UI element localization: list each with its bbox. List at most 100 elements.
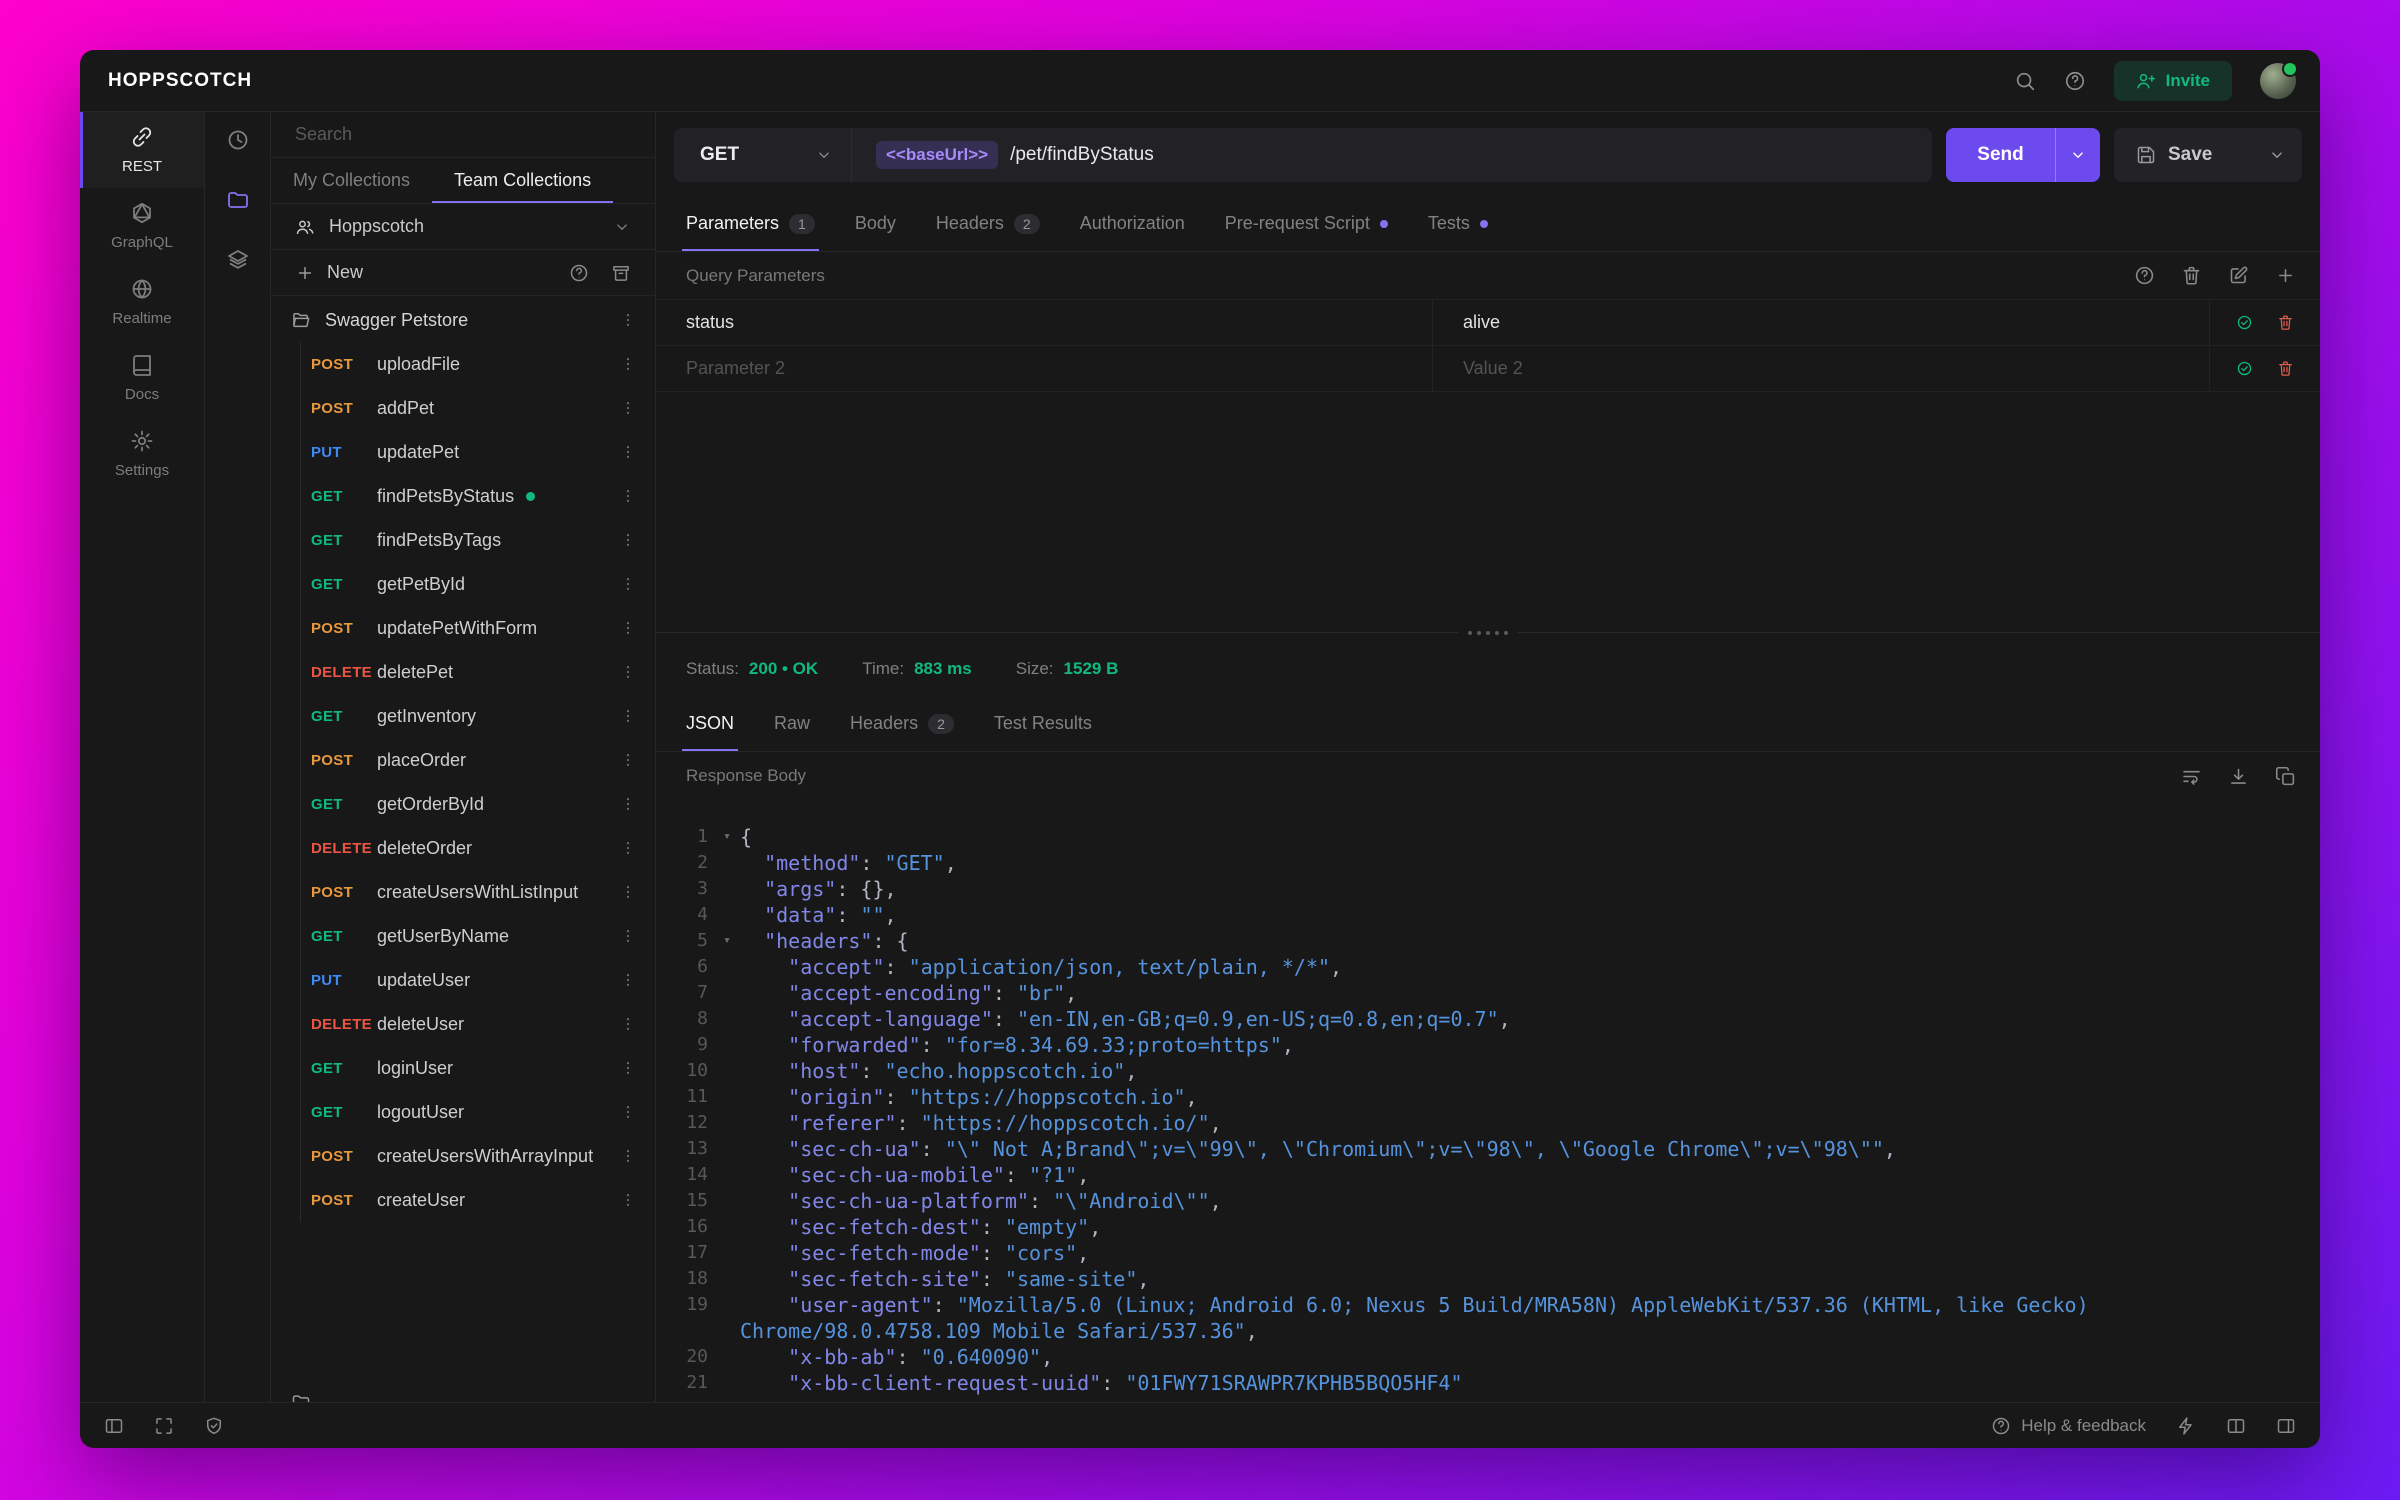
team-selector[interactable]: Hoppscotch	[271, 204, 655, 250]
kebab-menu-icon[interactable]	[619, 443, 637, 461]
request-item-createUsersWithListInput[interactable]: POST createUsersWithListInput	[271, 870, 655, 914]
avatar[interactable]	[2260, 60, 2298, 99]
new-collection-button[interactable]: New	[295, 262, 363, 283]
zen-mode-icon[interactable]	[154, 1416, 174, 1436]
copy-response-icon[interactable]	[2275, 766, 2296, 787]
environments-icon[interactable]	[226, 248, 250, 272]
collection-folder[interactable]: Swagger Petstore	[271, 298, 655, 342]
sidebar-toggle-icon[interactable]	[104, 1416, 124, 1436]
collections-icon[interactable]	[226, 188, 250, 212]
request-tab-headers[interactable]: Headers 2	[916, 196, 1060, 251]
param-active-toggle-icon[interactable]	[2236, 358, 2253, 379]
response-tab-headers[interactable]: Headers 2	[830, 696, 974, 751]
kebab-menu-icon[interactable]	[619, 355, 637, 373]
request-tab-pre-request-script[interactable]: Pre-request Script	[1205, 196, 1408, 251]
response-tab-json[interactable]: JSON	[666, 696, 754, 751]
fold-caret-icon[interactable]: ▾	[714, 824, 740, 850]
url-input[interactable]: <<baseUrl>> /pet/findByStatus	[852, 128, 1932, 182]
send-options-button[interactable]	[2056, 128, 2100, 182]
support-icon[interactable]	[2064, 70, 2086, 92]
nav-item-realtime[interactable]: Realtime	[80, 264, 204, 340]
request-item-createUser[interactable]: POST createUser	[271, 1178, 655, 1222]
kebab-menu-icon[interactable]	[619, 399, 637, 417]
kebab-menu-icon[interactable]	[619, 1103, 637, 1121]
kebab-menu-icon[interactable]	[619, 575, 637, 593]
bulk-edit-icon[interactable]	[2228, 265, 2249, 286]
kebab-menu-icon[interactable]	[619, 751, 637, 769]
import-export-icon[interactable]	[611, 263, 631, 283]
collections-tab-my-collections[interactable]: My Collections	[271, 158, 432, 203]
request-tab-parameters[interactable]: Parameters 1	[666, 196, 835, 251]
kebab-menu-icon[interactable]	[619, 883, 637, 901]
help-feedback-button[interactable]: Help & feedback	[1991, 1416, 2146, 1436]
search-icon[interactable]	[2014, 70, 2036, 92]
help-icon[interactable]	[2134, 265, 2155, 286]
request-item-getInventory[interactable]: GET getInventory	[271, 694, 655, 738]
request-item-findPetsByTags[interactable]: GET findPetsByTags	[271, 518, 655, 562]
shield-check-icon[interactable]	[204, 1416, 224, 1436]
collection-folder-partial[interactable]	[271, 1380, 655, 1402]
pane-resizer[interactable]	[656, 628, 2320, 642]
request-item-getPetById[interactable]: GET getPetById	[271, 562, 655, 606]
request-item-placeOrder[interactable]: POST placeOrder	[271, 738, 655, 782]
kebab-menu-icon[interactable]	[619, 1015, 637, 1033]
kebab-menu-icon[interactable]	[619, 839, 637, 857]
kebab-menu-icon[interactable]	[619, 707, 637, 725]
response-code[interactable]: 1 ▾{2 "method": "GET", 3 "args": {}, 4 "dat…	[656, 800, 2320, 1402]
kebab-menu-icon[interactable]	[619, 927, 637, 945]
request-item-getOrderById[interactable]: GET getOrderById	[271, 782, 655, 826]
request-item-getUserByName[interactable]: GET getUserByName	[271, 914, 655, 958]
help-icon[interactable]	[569, 263, 589, 283]
kebab-menu-icon[interactable]	[619, 531, 637, 549]
add-param-icon[interactable]	[2275, 265, 2296, 286]
kebab-menu-icon[interactable]	[619, 663, 637, 681]
nav-item-rest[interactable]: REST	[80, 112, 204, 188]
request-item-deleteUser[interactable]: DELETE deleteUser	[271, 1002, 655, 1046]
request-tab-authorization[interactable]: Authorization	[1060, 196, 1205, 251]
param-delete-icon[interactable]	[2277, 358, 2294, 379]
param-value-input[interactable]: alive	[1433, 300, 2210, 345]
nav-item-graphql[interactable]: GraphQL	[80, 188, 204, 264]
kebab-menu-icon[interactable]	[619, 1191, 637, 1209]
request-tab-tests[interactable]: Tests	[1408, 196, 1508, 251]
request-item-deleteOrder[interactable]: DELETE deleteOrder	[271, 826, 655, 870]
request-item-loginUser[interactable]: GET loginUser	[271, 1046, 655, 1090]
collections-tab-team-collections[interactable]: Team Collections	[432, 158, 614, 203]
kebab-menu-icon[interactable]	[619, 1147, 637, 1165]
clear-all-icon[interactable]	[2181, 265, 2202, 286]
kebab-menu-icon[interactable]	[619, 1059, 637, 1077]
request-item-addPet[interactable]: POST addPet	[271, 386, 655, 430]
collections-search-input[interactable]	[295, 124, 631, 145]
kebab-menu-icon[interactable]	[619, 487, 637, 505]
request-item-updatePetWithForm[interactable]: POST updatePetWithForm	[271, 606, 655, 650]
request-item-updateUser[interactable]: PUT updateUser	[271, 958, 655, 1002]
param-key-input[interactable]: Parameter 2	[656, 346, 1433, 391]
param-value-input[interactable]: Value 2	[1433, 346, 2210, 391]
download-response-icon[interactable]	[2228, 766, 2249, 787]
wrap-lines-icon[interactable]	[2181, 766, 2202, 787]
request-tab-body[interactable]: Body	[835, 196, 916, 251]
response-tab-test-results[interactable]: Test Results	[974, 696, 1112, 751]
kebab-menu-icon[interactable]	[619, 971, 637, 989]
request-item-updatePet[interactable]: PUT updatePet	[271, 430, 655, 474]
request-item-uploadFile[interactable]: POST uploadFile	[271, 342, 655, 386]
nav-item-settings[interactable]: Settings	[80, 416, 204, 492]
invite-button[interactable]: Invite	[2113, 60, 2232, 101]
request-item-deletePet[interactable]: DELETE deletePet	[271, 650, 655, 694]
param-key-input[interactable]: status	[656, 300, 1433, 345]
request-item-findPetsByStatus[interactable]: GET findPetsByStatus	[271, 474, 655, 518]
kebab-menu-icon[interactable]	[619, 619, 637, 637]
method-select[interactable]: GET	[674, 128, 852, 182]
request-item-logoutUser[interactable]: GET logoutUser	[271, 1090, 655, 1134]
param-delete-icon[interactable]	[2277, 312, 2294, 333]
save-button[interactable]: Save	[2114, 128, 2302, 182]
right-panel-toggle-icon[interactable]	[2276, 1416, 2296, 1436]
request-item-createUsersWithArrayInput[interactable]: POST createUsersWithArrayInput	[271, 1134, 655, 1178]
column-layout-icon[interactable]	[2226, 1416, 2246, 1436]
send-button[interactable]: Send	[1946, 128, 2056, 182]
fold-caret-icon[interactable]: ▾	[714, 928, 740, 954]
shortcuts-icon[interactable]	[2176, 1416, 2196, 1436]
response-tab-raw[interactable]: Raw	[754, 696, 830, 751]
param-active-toggle-icon[interactable]	[2236, 312, 2253, 333]
history-icon[interactable]	[226, 128, 250, 152]
